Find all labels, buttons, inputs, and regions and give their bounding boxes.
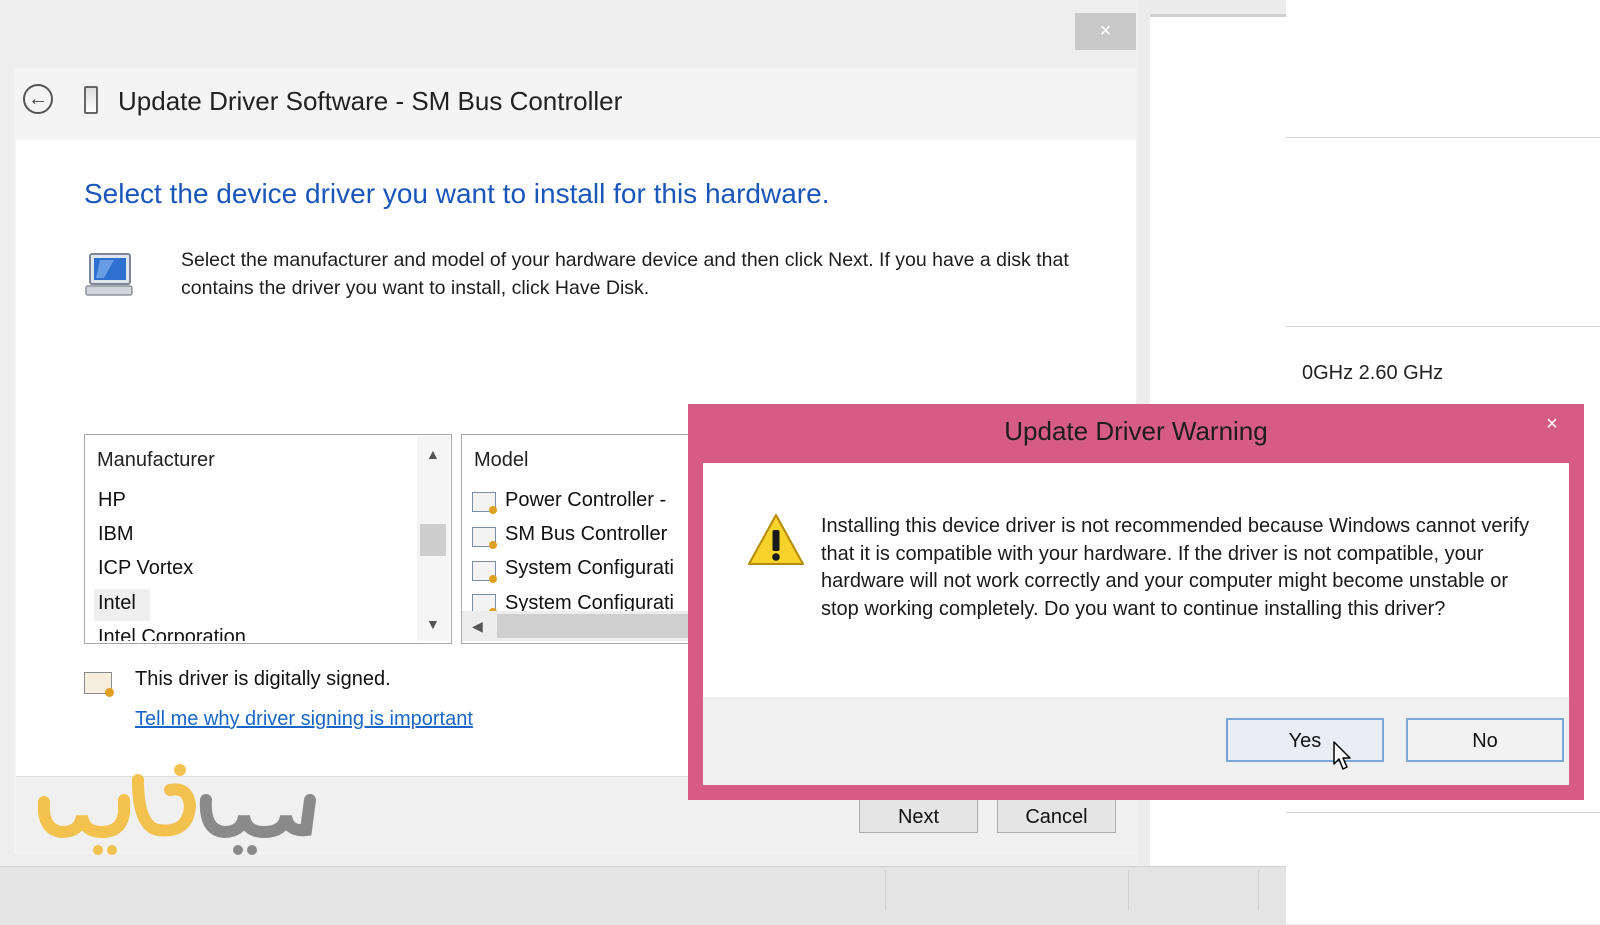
driver-model-icon (472, 561, 497, 583)
divider (1128, 870, 1129, 910)
list-item[interactable]: ICP Vortex (98, 557, 193, 580)
scroll-down-icon[interactable]: ▼ (426, 616, 440, 632)
page-heading: Select the device driver you want to ins… (84, 178, 830, 209)
list-item-selected[interactable]: Intel (98, 592, 136, 615)
warning-close-button[interactable]: × (1522, 406, 1582, 442)
list-item[interactable]: System Configurati (505, 592, 674, 611)
divider (885, 870, 886, 910)
next-button[interactable]: Next (859, 799, 978, 833)
scrollbar-thumb[interactable] (420, 524, 446, 556)
list-item[interactable]: SM Bus Controller (505, 523, 667, 546)
warning-dialog-title: Update Driver Warning (1004, 416, 1268, 446)
no-button[interactable]: No (1406, 718, 1564, 762)
warning-icon (748, 514, 804, 565)
list-item[interactable]: HP (98, 489, 126, 512)
driver-model-icon (472, 594, 497, 611)
scroll-left-icon[interactable]: ◀ (472, 618, 483, 635)
list-item[interactable]: IBM (98, 523, 134, 546)
certificate-icon (84, 672, 114, 697)
device-icon (84, 86, 98, 114)
back-arrow-icon[interactable]: ← (23, 84, 53, 114)
monitor-icon (85, 253, 133, 296)
driver-signing-link[interactable]: Tell me why driver signing is important (135, 708, 473, 731)
driver-model-icon (472, 527, 497, 549)
list-item[interactable]: System Configurati (505, 557, 674, 580)
list-item-clip: Intel Corporation (85, 622, 415, 641)
status-strip (0, 866, 1286, 925)
divider (1258, 870, 1259, 910)
driver-model-icon (472, 492, 497, 514)
scrollbar-thumb[interactable] (497, 614, 702, 638)
mouse-cursor-icon (1333, 741, 1351, 770)
warning-message: Installing this device driver is not rec… (821, 515, 1530, 620)
model-header: Model (474, 449, 529, 471)
list-item-clip: System Configurati (462, 590, 692, 611)
manufacturer-header: Manufacturer (97, 449, 215, 471)
yes-button[interactable]: Yes (1226, 718, 1384, 762)
divider (1286, 812, 1600, 813)
wizard-title: Update Driver Software - SM Bus Controll… (118, 86, 623, 116)
cancel-button[interactable]: Cancel (997, 799, 1116, 833)
wizard-close-button[interactable]: × (1075, 13, 1136, 50)
cpu-speed-text: 0GHz 2.60 GHz (1302, 362, 1444, 384)
scroll-up-icon[interactable]: ▲ (426, 446, 440, 462)
instructions-text: Select the manufacturer and model of you… (181, 249, 1069, 299)
signed-status-text: This driver is digitally signed. (135, 668, 391, 690)
divider (1286, 137, 1600, 138)
divider (1286, 326, 1600, 327)
list-item[interactable]: Intel Corporation (98, 626, 246, 641)
list-item[interactable]: Power Controller - (505, 489, 666, 512)
watermark-logo (38, 764, 316, 855)
